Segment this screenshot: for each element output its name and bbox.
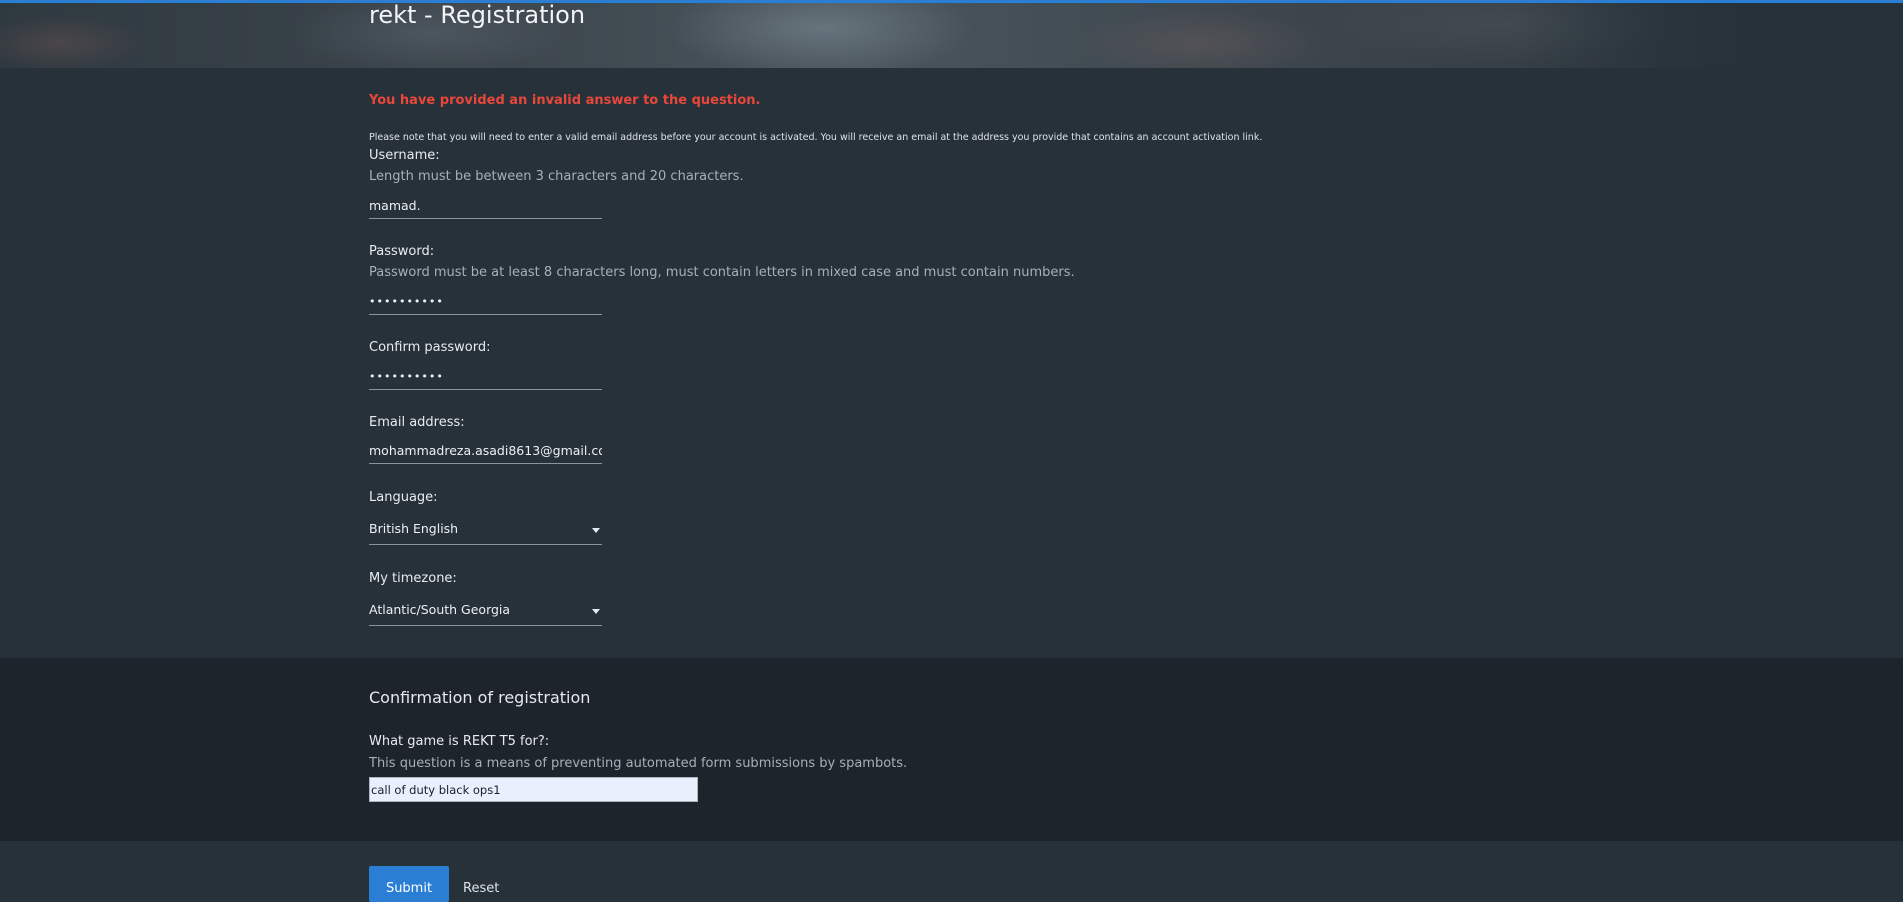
username-hint: Length must be between 3 characters and …	[369, 169, 744, 184]
error-message: You have provided an invalid answer to t…	[369, 93, 761, 108]
email-label: Email address:	[369, 415, 465, 430]
submit-button[interactable]: Submit	[369, 866, 449, 902]
password-label: Password:	[369, 244, 435, 259]
question-hint: This question is a means of preventing a…	[369, 756, 908, 771]
username-label: Username:	[369, 148, 440, 163]
username-input[interactable]	[369, 192, 602, 219]
timezone-label: My timezone:	[369, 571, 457, 586]
confirmation-section	[0, 658, 1903, 841]
language-selected-value: British English	[369, 521, 459, 536]
password-input[interactable]	[369, 288, 602, 315]
question-answer-input[interactable]	[369, 777, 698, 802]
password-hint: Password must be at least 8 characters l…	[369, 265, 1075, 280]
timezone-selected-value: Atlantic/South Georgia	[369, 602, 511, 617]
chevron-down-icon	[592, 609, 600, 614]
confirmation-title: Confirmation of registration	[369, 688, 591, 707]
language-label: Language:	[369, 490, 438, 505]
confirm-password-label: Confirm password:	[369, 340, 491, 355]
activation-notice: Please note that you will need to enter …	[369, 132, 1263, 143]
confirm-password-input[interactable]	[369, 363, 602, 390]
page-title: rekt - Registration	[369, 1, 586, 29]
timezone-select[interactable]: Atlantic/South Georgia	[369, 597, 602, 626]
reset-button[interactable]: Reset	[463, 866, 499, 902]
email-input[interactable]	[369, 437, 602, 464]
header-banner-fade	[1520, 3, 1903, 68]
language-select[interactable]: British English	[369, 516, 602, 545]
question-label: What game is REKT T5 for?:	[369, 734, 550, 749]
chevron-down-icon	[592, 528, 600, 533]
